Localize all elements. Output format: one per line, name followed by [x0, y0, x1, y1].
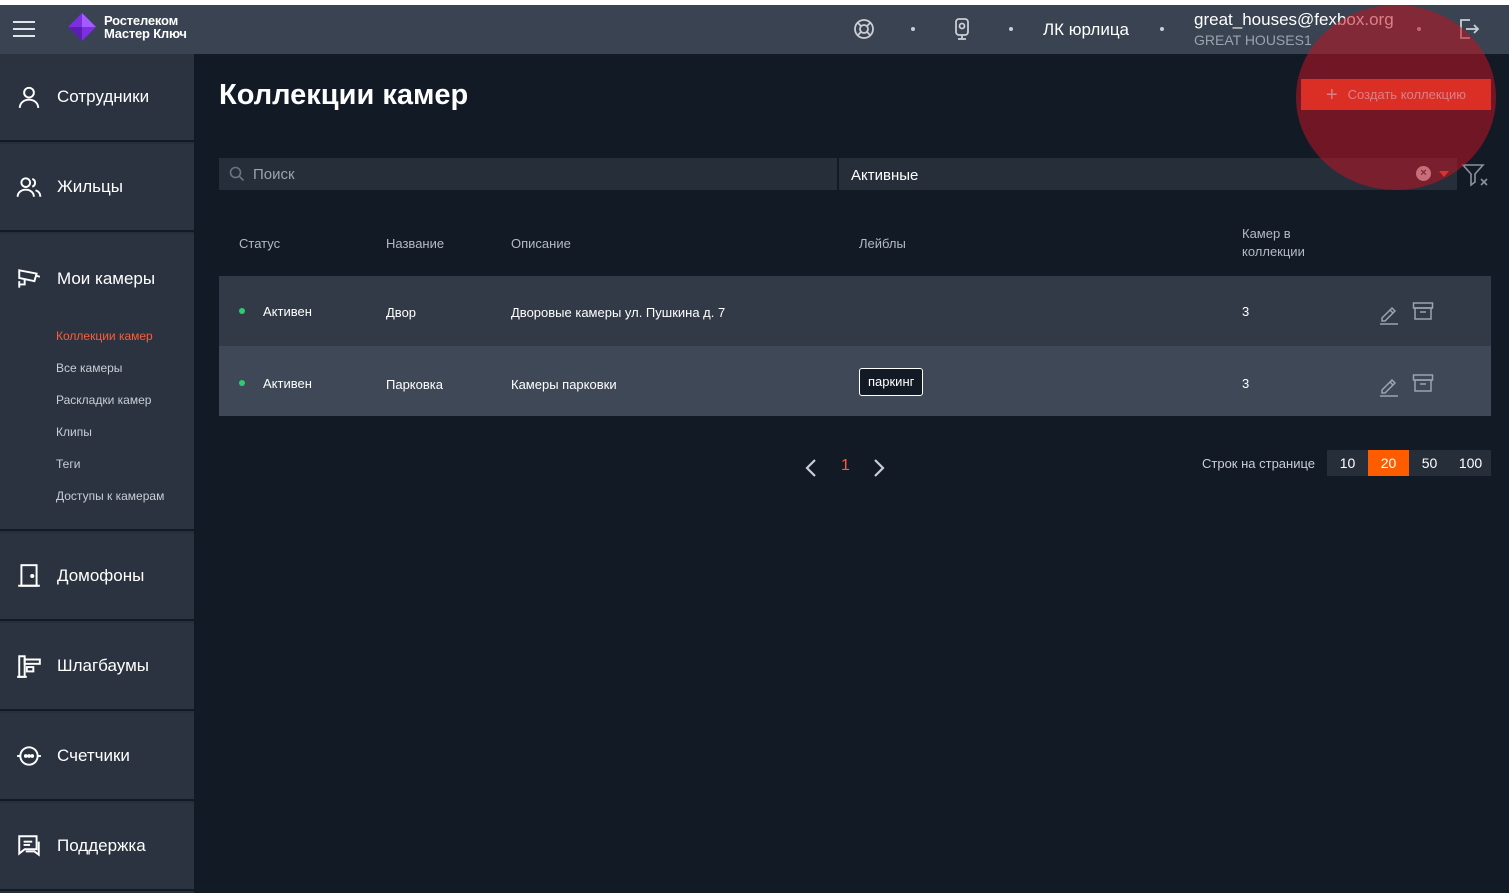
- sidebar-item-label: Жильцы: [57, 177, 123, 196]
- plus-icon: +: [1325, 83, 1338, 106]
- page-title: Коллекции камер: [219, 79, 469, 111]
- archive-icon[interactable]: [1412, 300, 1434, 322]
- chevron-down-icon[interactable]: [1439, 171, 1449, 177]
- row-status: Активен: [263, 304, 312, 319]
- logout-icon[interactable]: [1456, 17, 1480, 41]
- sidebar-sub-camera-collections[interactable]: Коллекции камер: [56, 329, 153, 343]
- sidebar-sub-tags[interactable]: Теги: [56, 457, 80, 471]
- column-header-name[interactable]: Название: [386, 236, 444, 251]
- sidebar-item-label: Счетчики: [57, 746, 130, 765]
- sidebar-item-label: Шлагбаумы: [57, 656, 149, 675]
- app-window: Ростелеком Мастер Ключ ЛК юрлица great_h…: [0, 5, 1509, 893]
- column-header-count-line2: коллекции: [1242, 244, 1305, 259]
- sidebar-item-meters[interactable]: Счетчики: [0, 713, 194, 801]
- sidebar-sub-camera-access[interactable]: Доступы к камерам: [56, 489, 164, 503]
- chevron-left-icon[interactable]: [802, 457, 820, 479]
- sidebar-item-support[interactable]: Поддержка: [0, 803, 194, 891]
- sidebar-sub-camera-layouts[interactable]: Раскладки камер: [56, 393, 151, 407]
- status-dot-icon: [239, 380, 245, 386]
- create-collection-button[interactable]: + Создать коллекцию: [1301, 79, 1491, 110]
- person-icon: [18, 86, 40, 108]
- row-count: 3: [1242, 376, 1250, 391]
- people-icon: [16, 177, 42, 197]
- search-input[interactable]: [253, 165, 813, 183]
- user-info[interactable]: great_houses@fexbox.org GREAT HOUSES1: [1194, 10, 1394, 48]
- sidebar: Сотрудники Жильцы Мои камеры Коллекции к…: [0, 54, 194, 893]
- page-size-option-selected[interactable]: 20: [1368, 450, 1409, 476]
- logo-icon: [68, 13, 96, 41]
- row-name: Парковка: [386, 377, 443, 392]
- door-icon: [18, 564, 40, 587]
- sidebar-item-intercoms[interactable]: Домофоны: [0, 533, 194, 621]
- menu-icon[interactable]: [13, 21, 35, 39]
- brand-line2: Мастер Ключ: [104, 26, 187, 41]
- table-row[interactable]: Активен Двор Дворовые камеры ул. Пушкина…: [219, 276, 1491, 346]
- edit-icon[interactable]: [1378, 375, 1400, 397]
- separator-dot: [1160, 27, 1164, 31]
- sidebar-item-label: Сотрудники: [57, 87, 150, 106]
- page-size-option[interactable]: 50: [1409, 450, 1450, 476]
- row-count: 3: [1242, 304, 1250, 319]
- rows-per-page-label: Строк на странице: [1202, 456, 1316, 471]
- sidebar-item-residents[interactable]: Жильцы: [0, 144, 194, 232]
- lifebuoy-icon[interactable]: [852, 17, 876, 41]
- org-label[interactable]: ЛК юрлица: [1043, 20, 1129, 40]
- user-email: great_houses@fexbox.org: [1194, 10, 1394, 29]
- sidebar-sub-all-cameras[interactable]: Все камеры: [56, 361, 122, 375]
- create-collection-label: Создать коллекцию: [1347, 87, 1467, 102]
- separator-dot: [911, 27, 915, 31]
- row-name: Двор: [386, 305, 417, 320]
- logo[interactable]: Ростелеком Мастер Ключ: [66, 11, 187, 43]
- archive-icon[interactable]: [1412, 372, 1434, 394]
- top-bar: Ростелеком Мастер Ключ ЛК юрлица great_h…: [0, 5, 1509, 54]
- sidebar-item-barriers[interactable]: Шлагбаумы: [0, 623, 194, 711]
- label-tag[interactable]: паркинг: [859, 368, 924, 396]
- row-status: Активен: [263, 376, 312, 391]
- status-filter-value: Активные: [851, 167, 919, 184]
- barrier-icon: [17, 655, 41, 678]
- sidebar-sub-clips[interactable]: Клипы: [56, 425, 92, 439]
- page-size-option[interactable]: 10: [1327, 450, 1368, 476]
- status-filter-select[interactable]: Активные ×: [839, 158, 1457, 190]
- column-header-description[interactable]: Описание: [511, 236, 571, 251]
- chat-icon: [18, 835, 40, 857]
- column-header-count-line1: Камер в: [1242, 226, 1291, 241]
- sidebar-item-label: Мои камеры: [57, 269, 156, 288]
- column-header-labels[interactable]: Лейблы: [859, 236, 906, 251]
- meter-icon: [17, 746, 41, 766]
- table-row[interactable]: Активен Парковка Камеры парковки паркинг…: [219, 346, 1491, 416]
- filter-clear-icon[interactable]: [1460, 161, 1490, 189]
- clear-icon[interactable]: ×: [1416, 166, 1431, 181]
- sidebar-item-label: Поддержка: [57, 836, 146, 855]
- row-description: Камеры парковки: [511, 377, 617, 392]
- camera-icon: [18, 269, 41, 288]
- separator-dot: [1009, 27, 1013, 31]
- status-dot-icon: [239, 308, 245, 314]
- row-description: Дворовые камеры ул. Пушкина д. 7: [511, 305, 726, 320]
- separator-dot: [1417, 27, 1421, 31]
- search-icon: [229, 166, 245, 182]
- chevron-right-icon[interactable]: [870, 457, 888, 479]
- column-header-count[interactable]: Камер в коллекции: [1242, 226, 1305, 259]
- edit-icon[interactable]: [1378, 303, 1400, 325]
- sidebar-group-cameras: Мои камеры Коллекции камер Все камеры Ра…: [0, 234, 194, 531]
- page-size-option[interactable]: 100: [1450, 450, 1491, 476]
- sidebar-item-employees[interactable]: Сотрудники: [0, 54, 194, 142]
- user-org: GREAT HOUSES1: [1194, 32, 1312, 48]
- column-header-status[interactable]: Статус: [239, 236, 280, 251]
- sidebar-item-my-cameras[interactable]: Мои камеры: [0, 234, 194, 322]
- page-number[interactable]: 1: [841, 457, 850, 475]
- search-field[interactable]: [219, 158, 837, 190]
- sidebar-item-label: Домофоны: [57, 566, 145, 585]
- intercom-icon[interactable]: [950, 17, 974, 41]
